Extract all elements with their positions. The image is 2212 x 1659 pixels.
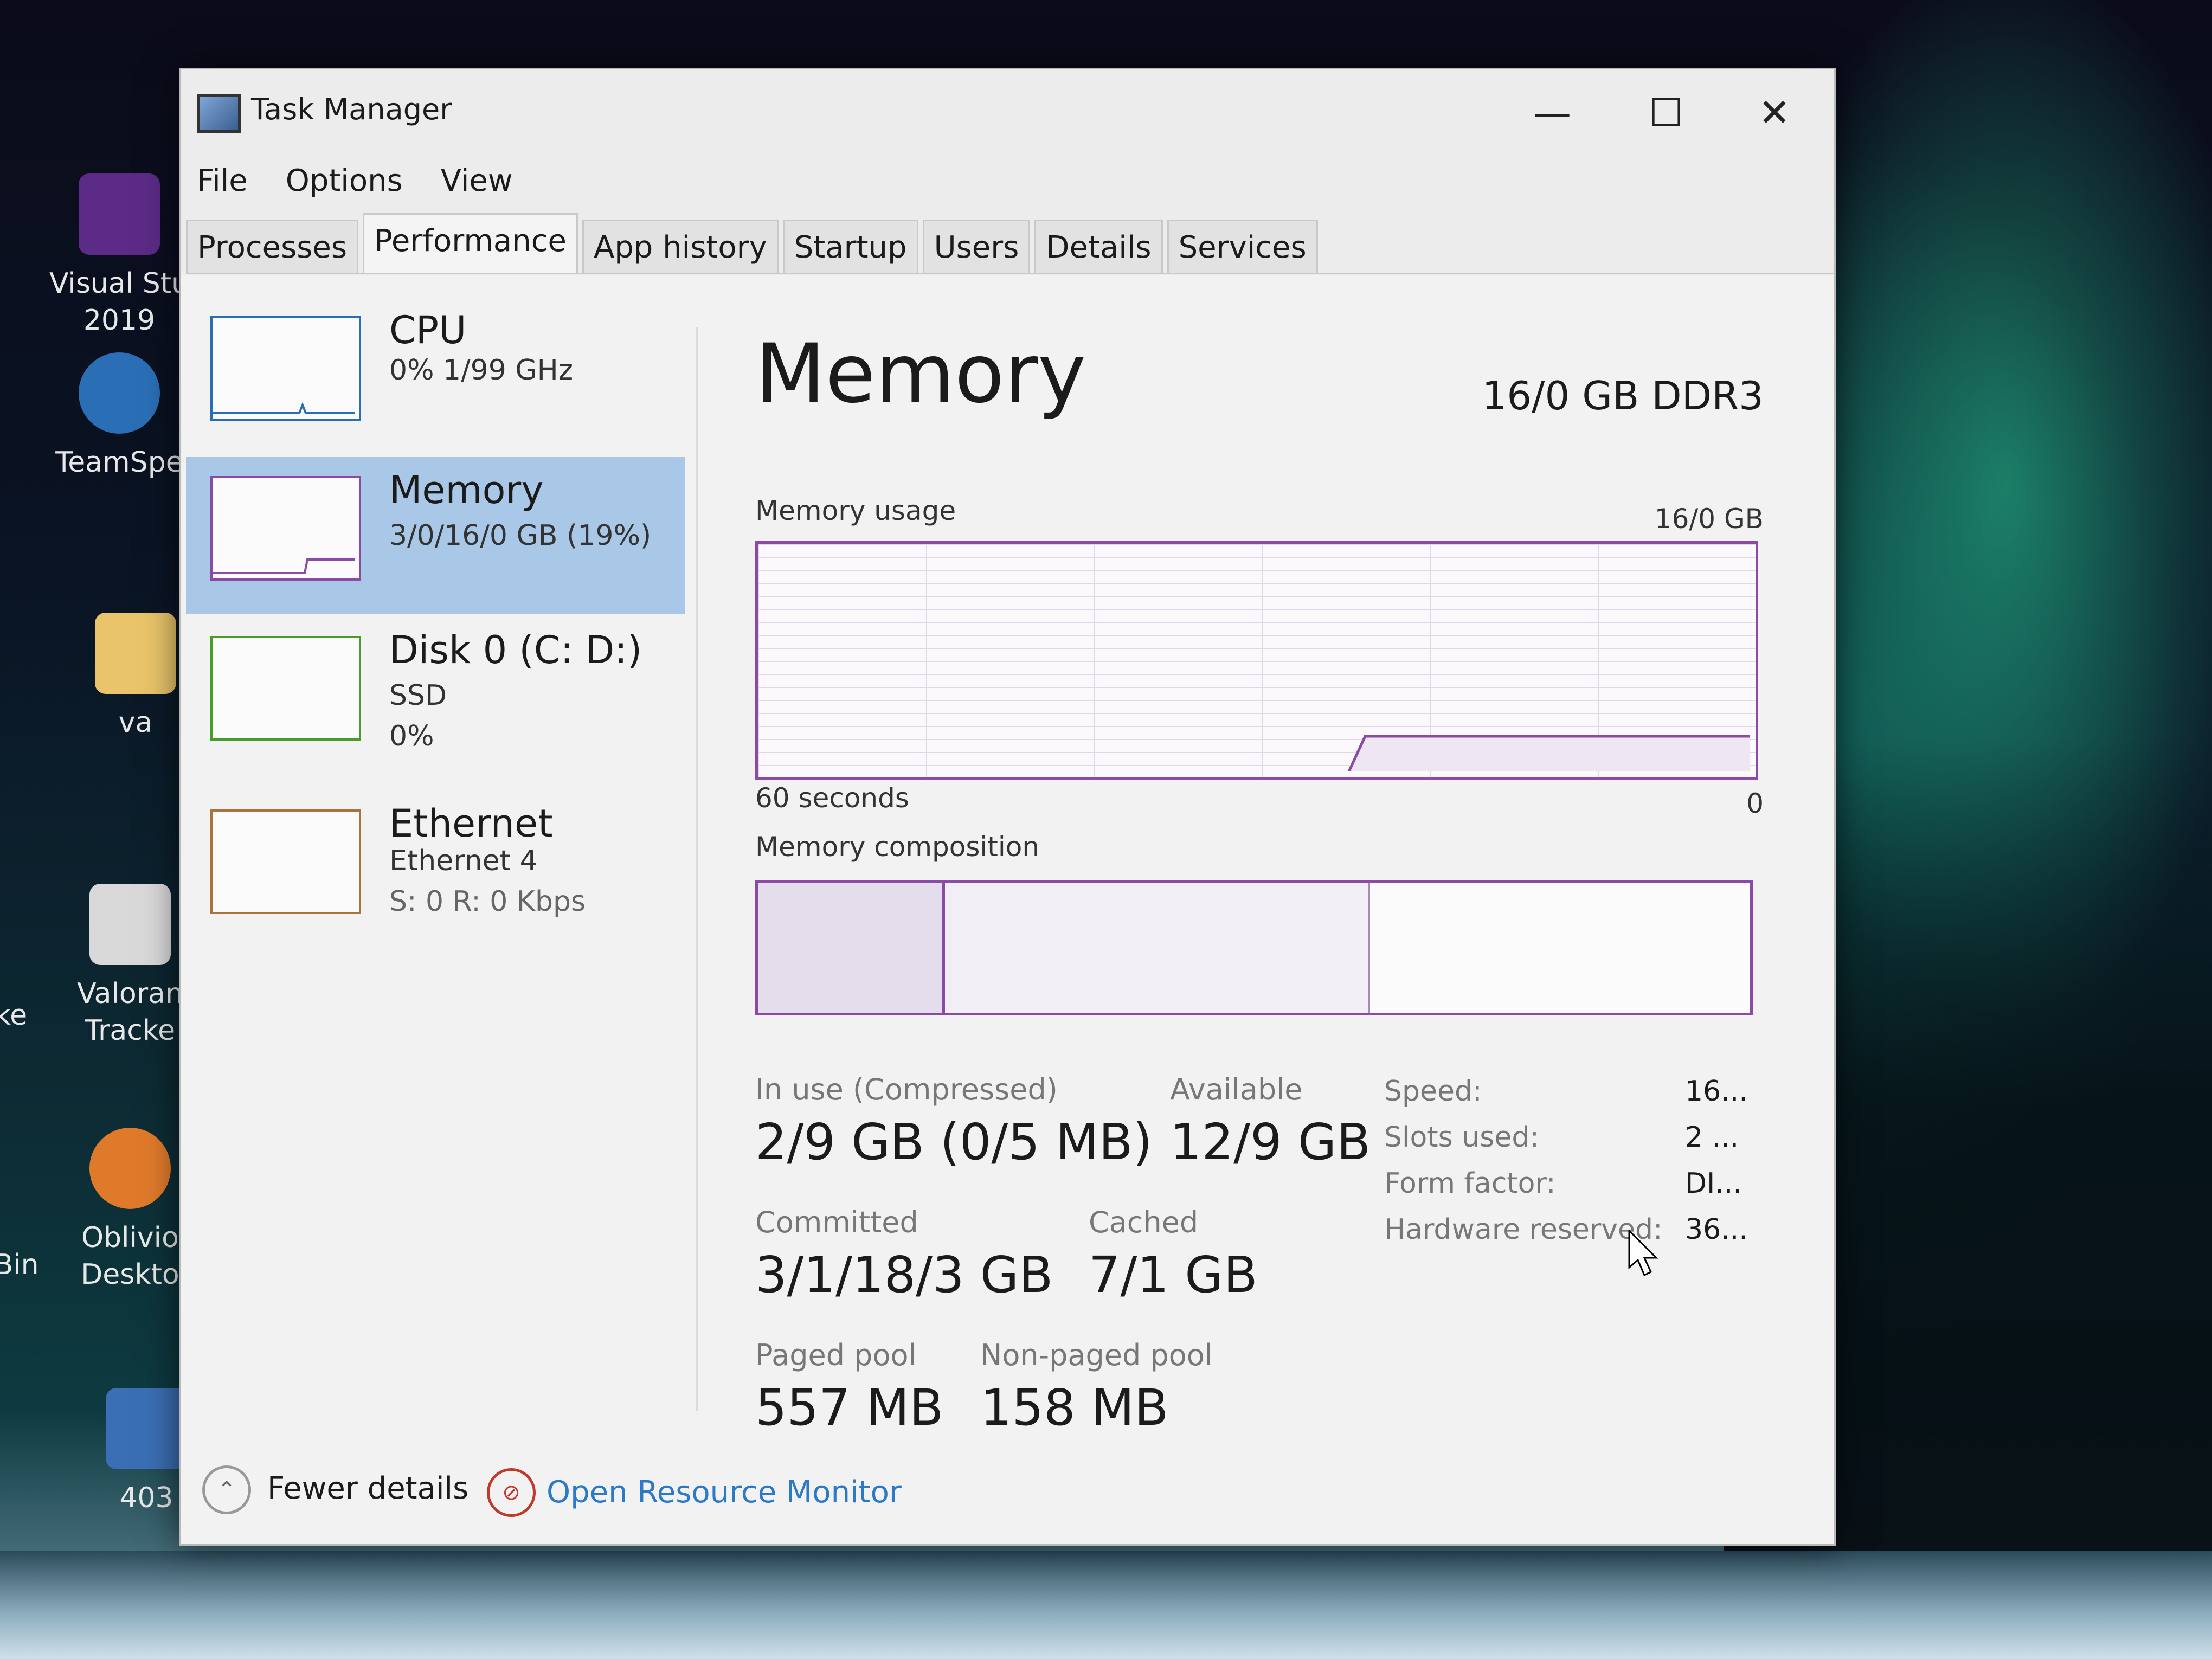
menu-view[interactable]: View	[441, 163, 513, 198]
in-use-label: In use (Compressed)	[755, 1072, 1058, 1107]
form-factor-value: DI...	[1685, 1167, 1742, 1200]
menu-options[interactable]: Options	[286, 163, 403, 198]
paged-pool-label: Paged pool	[755, 1338, 917, 1372]
ethernet-thumbnail-graph	[210, 809, 361, 914]
desktop-edge-label: ke	[0, 999, 28, 1032]
cached-label: Cached	[1089, 1205, 1199, 1239]
non-paged-pool-value: 158 MB	[980, 1379, 1169, 1437]
cpu-sparkline	[213, 402, 355, 414]
memory-details-pane: Memory 16/0 GB DDR3 Memory usage 16/0 GB…	[755, 275, 1802, 1437]
form-factor-label: Form factor:	[1384, 1167, 1556, 1200]
memory-usage-label: Memory usage	[755, 495, 956, 526]
open-resource-monitor-link[interactable]: Open Resource Monitor	[546, 1475, 902, 1510]
slots-used-label: Slots used:	[1384, 1121, 1539, 1154]
memory-type: 16/0 GB DDR3	[1482, 373, 1764, 419]
pane-divider[interactable]	[696, 327, 698, 1411]
sidebar-item-disk[interactable]: Disk 0 (C: D:) SSD 0%	[186, 617, 685, 774]
memory-usage-graph	[755, 541, 1758, 780]
memory-sparkline	[213, 558, 355, 574]
tab-startup[interactable]: Startup	[782, 220, 918, 273]
sidebar-item-cpu[interactable]: CPU 0% 1/99 GHz	[186, 297, 685, 454]
time-end-label: 0	[1746, 788, 1764, 819]
desktop-icon-visual-studio[interactable]: Visual Stu 2019	[49, 173, 190, 339]
sidebar-item-detail: SSD	[389, 679, 447, 712]
title-bar[interactable]: Task Manager — ☐ ✕	[181, 69, 1834, 151]
teamspeak-icon	[79, 352, 160, 434]
sidebar-item-detail: 0%	[389, 720, 434, 753]
memory-usage-line	[1347, 735, 1750, 773]
sidebar-item-title: Disk 0 (C: D:)	[389, 628, 642, 672]
hardware-reserved-label: Hardware reserved:	[1384, 1213, 1663, 1246]
task-manager-icon	[197, 94, 241, 133]
sidebar-item-title: Ethernet	[389, 801, 553, 846]
non-paged-pool-label: Non-paged pool	[980, 1338, 1213, 1372]
resource-sidebar: CPU 0% 1/99 GHz Memory 3/0/16/0 GB (19%)…	[181, 275, 690, 1436]
sidebar-item-title: CPU	[389, 308, 467, 352]
footer-bar: ⌃ Fewer details ⊘ Open Resource Monitor	[181, 1436, 1834, 1544]
committed-value: 3/1/18/3 GB	[755, 1246, 1053, 1304]
sidebar-item-detail: 3/0/16/0 GB (19%)	[389, 519, 652, 552]
speed-value: 16...	[1685, 1075, 1748, 1108]
tab-bar: Processes Performance App history Startu…	[186, 213, 1834, 274]
app-403-icon	[106, 1388, 187, 1469]
performance-content: CPU 0% 1/99 GHz Memory 3/0/16/0 GB (19%)…	[181, 275, 1834, 1437]
tab-performance[interactable]: Performance	[363, 213, 578, 273]
task-manager-window: Task Manager — ☐ ✕ File Options View Pro…	[179, 68, 1836, 1546]
sidebar-item-ethernet[interactable]: Ethernet Ethernet 4 S: 0 R: 0 Kbps	[186, 790, 685, 948]
memory-composition-bar	[755, 880, 1753, 1015]
in-use-value: 2/9 GB (0/5 MB)	[755, 1113, 1153, 1171]
slots-used-value: 2 ...	[1685, 1121, 1739, 1154]
desktop-icon-teamspeak[interactable]: TeamSpe	[49, 352, 190, 481]
valorant-tracker-icon	[89, 884, 171, 965]
close-button[interactable]: ✕	[1720, 86, 1829, 140]
hardware-reserved-value: 36...	[1685, 1213, 1748, 1246]
time-span-label: 60 seconds	[755, 782, 909, 814]
folder-icon	[95, 613, 176, 694]
committed-label: Committed	[755, 1205, 918, 1239]
page-title: Memory	[755, 327, 1086, 421]
menu-file[interactable]: File	[197, 163, 248, 198]
paged-pool-value: 557 MB	[755, 1379, 944, 1437]
speed-label: Speed:	[1384, 1075, 1482, 1108]
memory-usage-max: 16/0 GB	[1654, 503, 1764, 535]
chevron-up-icon[interactable]: ⌃	[202, 1465, 251, 1514]
menu-bar: File Options View	[181, 151, 1834, 210]
sidebar-item-title: Memory	[389, 468, 544, 512]
tab-processes[interactable]: Processes	[186, 220, 359, 273]
disk-thumbnail-graph	[210, 636, 361, 741]
composition-in-use	[758, 883, 945, 1013]
tab-app-history[interactable]: App history	[582, 220, 779, 273]
composition-standby	[945, 883, 1370, 1013]
memory-composition-label: Memory composition	[755, 831, 1040, 863]
fewer-details-link[interactable]: Fewer details	[267, 1471, 468, 1506]
oblivion-icon	[89, 1128, 171, 1209]
desktop-edge-label: Bin	[0, 1249, 39, 1281]
tab-details[interactable]: Details	[1034, 220, 1163, 273]
available-value: 12/9 GB	[1170, 1113, 1371, 1171]
memory-thumbnail-graph	[210, 476, 361, 581]
visual-studio-icon	[79, 173, 160, 255]
sidebar-item-memory[interactable]: Memory 3/0/16/0 GB (19%)	[186, 457, 685, 614]
sidebar-item-detail: 0% 1/99 GHz	[389, 354, 574, 387]
sidebar-item-detail: S: 0 R: 0 Kbps	[389, 885, 586, 918]
cpu-thumbnail-graph	[210, 316, 361, 421]
cached-value: 7/1 GB	[1089, 1246, 1258, 1304]
window-title: Task Manager	[251, 92, 452, 126]
resource-monitor-icon: ⊘	[487, 1468, 536, 1517]
available-label: Available	[1170, 1072, 1303, 1107]
sidebar-item-detail: Ethernet 4	[389, 845, 538, 877]
snow-background	[0, 1551, 2212, 1659]
maximize-button[interactable]: ☐	[1612, 86, 1720, 140]
mouse-cursor-icon	[1628, 1230, 1658, 1277]
tab-users[interactable]: Users	[922, 220, 1031, 273]
tab-services[interactable]: Services	[1167, 220, 1318, 273]
minimize-button[interactable]: —	[1498, 86, 1606, 140]
